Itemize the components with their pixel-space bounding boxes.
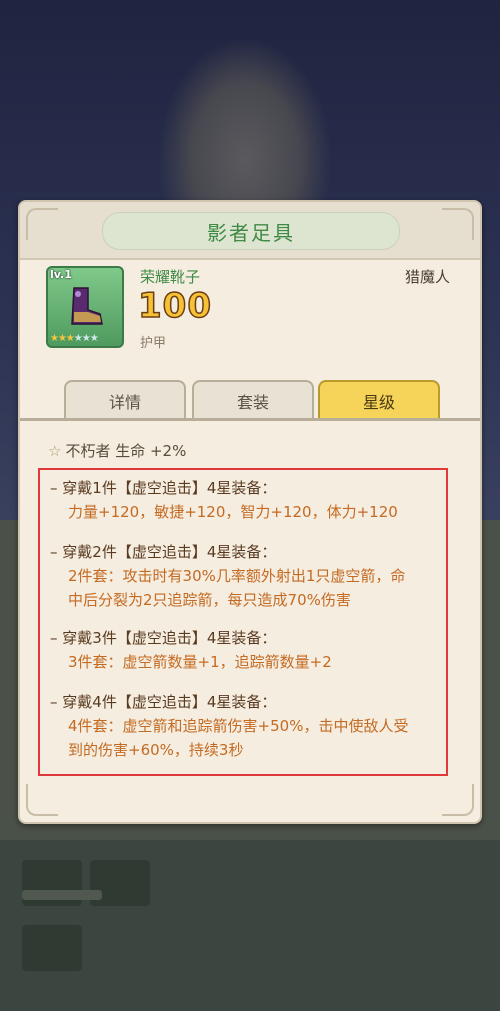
ornament-corner [442, 208, 474, 240]
set-bonus-description: 力量+120，敏捷+120，智力+120，体力+120 [68, 503, 398, 521]
set-bonus-description: 4件套：虚空箭和追踪箭伤害+50%，击中使敌人受 [68, 717, 409, 735]
set-bonus-entry: – 穿戴3件【虚空追击】4星装备： 3件套：虚空箭数量+1，追踪箭数量+2 [50, 626, 332, 674]
passive-text: 不朽者 生命 +2% [65, 442, 187, 460]
item-class: 猎魔人 [404, 268, 450, 286]
tab-details[interactable]: 详情 [64, 380, 186, 420]
set-bonus-description: 到的伤害+60%，持续3秒 [68, 741, 244, 759]
set-bonus-entry: – 穿戴4件【虚空追击】4星装备： 4件套：虚空箭和追踪箭伤害+50%，击中使敌… [50, 690, 408, 762]
set-bonus-list: – 穿戴1件【虚空追击】4星装备： 力量+120，敏捷+120，智力+120，体… [38, 468, 448, 776]
item-detail-panel: 影者足具 lv.1 ★★★★★★ 荣耀靴子 100 护甲 猎魔人 详情 套装 星… [18, 200, 482, 824]
background-slot [22, 925, 82, 971]
set-bonus-heading: – 穿戴3件【虚空追击】4星装备： [50, 629, 277, 647]
item-icon-frame[interactable]: lv.1 ★★★★★★ [46, 266, 124, 348]
set-bonus-description: 2件套：攻击时有30%几率额外射出1只虚空箭，命 [68, 567, 406, 585]
item-level: lv.1 [50, 268, 72, 281]
boot-icon [71, 287, 103, 325]
set-bonus-description: 中后分裂为2只追踪箭，每只造成70%伤害 [68, 591, 351, 609]
set-bonus-heading: – 穿戴4件【虚空追击】4星装备： [50, 693, 277, 711]
star-icon: ☆ [48, 442, 62, 460]
set-bonus-heading: – 穿戴1件【虚空追击】4星装备： [50, 479, 277, 497]
item-stat-label: 护甲 [140, 336, 167, 351]
tab-star-level[interactable]: 星级 [318, 380, 440, 420]
ornament-corner [26, 208, 58, 240]
passive-bonus: ☆ 不朽者 生命 +2% [48, 440, 186, 461]
set-bonus-entry: – 穿戴2件【虚空追击】4星装备： 2件套：攻击时有30%几率额外射出1只虚空箭… [50, 540, 405, 612]
item-name: 荣耀靴子 [140, 268, 201, 286]
tab-divider [20, 418, 480, 421]
panel-header: 影者足具 [20, 202, 480, 260]
set-bonus-entry: – 穿戴1件【虚空追击】4星装备： 力量+120，敏捷+120，智力+120，体… [50, 476, 398, 524]
ornament-corner [442, 784, 474, 816]
title-banner: 影者足具 [102, 212, 400, 250]
tab-set[interactable]: 套装 [192, 380, 314, 420]
set-bonus-description: 3件套：虚空箭数量+1，追踪箭数量+2 [68, 653, 332, 671]
item-armor-value: 100 [137, 285, 212, 327]
star-rating: ★★★★★★ [50, 333, 99, 344]
background-bar [22, 890, 102, 900]
panel-title: 影者足具 [207, 220, 295, 245]
set-bonus-heading: – 穿戴2件【虚空追击】4星装备： [50, 543, 277, 561]
ornament-corner [26, 784, 58, 816]
